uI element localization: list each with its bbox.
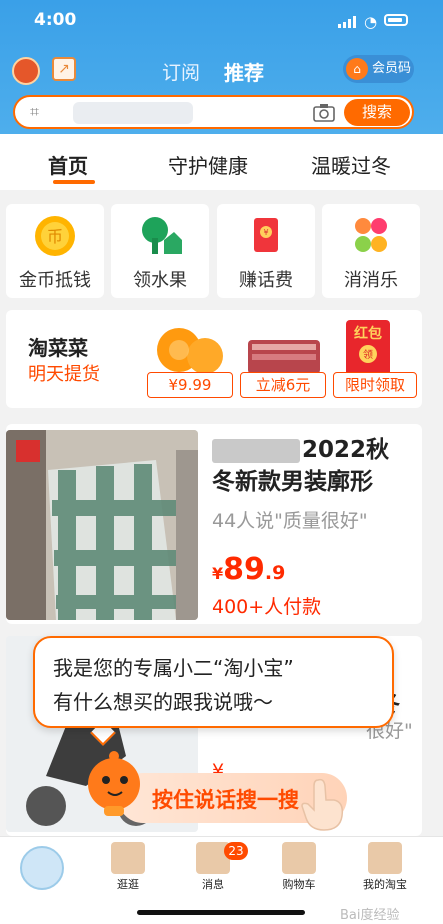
tab-health[interactable]: 守护健康 <box>168 150 248 179</box>
tab-warm-winter[interactable]: 温暖过冬 <box>311 150 391 179</box>
gold-coin-icon: 币 <box>35 216 75 256</box>
price-currency: ¥ <box>212 564 224 583</box>
blurred-brand <box>212 438 300 463</box>
search-bar[interactable]: ⌗ 搜索 <box>13 95 414 129</box>
status-time: 4:00 <box>34 10 77 30</box>
watermark: Bai度经验 <box>340 908 400 923</box>
quick-entry-gold-coins[interactable]: 币 金币抵钱 <box>6 204 104 298</box>
taoxiaobao-mascot-icon[interactable] <box>78 746 150 826</box>
camera-icon[interactable] <box>313 102 335 122</box>
quick-entry-label: 赚话费 <box>239 270 293 291</box>
scan-icon[interactable]: ⌗ <box>30 103 50 121</box>
tab-recommend[interactable]: 推荐 <box>224 57 264 86</box>
price-integer: 89 <box>223 552 265 587</box>
quick-entry-label: 领水果 <box>133 270 187 291</box>
svg-text:¥: ¥ <box>263 228 268 237</box>
tap-hand-icon <box>301 778 344 831</box>
quick-entry-label: 金币抵钱 <box>19 270 91 291</box>
home-icon: ⌂ <box>346 58 368 80</box>
category-tabs: 首页 守护健康 温暖过冬 <box>0 134 443 190</box>
candy-hearts-icon <box>355 218 387 252</box>
assistant-speech-bubble: 我是您的专属小二“淘小宝” 有什么想买的跟我说哦～ <box>33 636 394 728</box>
quick-entry-label: 消消乐 <box>344 270 398 291</box>
nav-label: 我的淘宝 <box>363 878 407 891</box>
nav-item-cart[interactable]: 购物车 <box>269 842 329 892</box>
member-code-label: 会员码 <box>372 61 412 76</box>
taocaicai-title: 淘菜菜 <box>28 336 88 360</box>
cellular-signal-icon <box>338 16 356 28</box>
nav-label: 逛逛 <box>117 878 139 891</box>
member-code-button[interactable]: ⌂ 会员码 <box>343 55 414 83</box>
red-envelope-image[interactable]: 红包 领 <box>338 316 398 378</box>
quick-entry-match-game[interactable]: 消消乐 <box>322 204 420 298</box>
user-avatar[interactable] <box>12 57 40 85</box>
product-card[interactable]: 2022秋 冬新款男装廓形 44人说"质量很好" ¥89.9 400+人付款 <box>6 424 422 624</box>
price-decimal: .9 <box>264 562 286 584</box>
home-indicator <box>137 910 305 915</box>
red-envelope-icon: ¥ <box>254 218 278 252</box>
tab-subscribe[interactable]: 订阅 <box>162 58 200 85</box>
active-tab-indicator <box>53 180 95 184</box>
search-button[interactable]: 搜索 <box>344 99 410 126</box>
messages-badge: 23 <box>224 842 248 860</box>
hold-to-talk-label: 按住说话搜一搜 <box>152 788 299 812</box>
product-reviews: 44人说"质量很好" <box>212 510 368 532</box>
offer-tag[interactable]: 限时领取 <box>333 372 417 398</box>
nav-item-my-taobao[interactable]: 我的淘宝 <box>355 842 415 892</box>
quick-entry-phone-credit[interactable]: ¥ 赚话费 <box>217 204 315 298</box>
my-taobao-box-icon <box>368 842 402 874</box>
explore-box-icon <box>111 842 145 874</box>
quick-entry-fruit[interactable]: 领水果 <box>111 204 209 298</box>
offer-tag[interactable]: 立减6元 <box>240 372 326 398</box>
share-icon[interactable]: ↗ <box>52 57 76 81</box>
tab-home[interactable]: 首页 <box>48 150 88 179</box>
svg-text:币: 币 <box>47 227 63 246</box>
product-title-line2: 冬新款男装廓形 <box>212 469 373 495</box>
home-nav-avatar[interactable] <box>20 846 64 890</box>
product-title-line1: 2022秋 <box>302 437 390 463</box>
battery-icon <box>384 14 408 26</box>
nav-label: 消息 <box>202 878 224 891</box>
product-price: ¥89.9 <box>212 552 285 587</box>
taocaicai-subtitle: 明天提货 <box>28 364 100 385</box>
tree-house-icon <box>142 217 182 254</box>
product-paid-count: 400+人付款 <box>212 596 322 618</box>
assistant-message-line1: 我是您的专属小二“淘小宝” <box>53 656 294 680</box>
svg-text:红包: 红包 <box>354 325 382 342</box>
product-image[interactable] <box>6 430 198 620</box>
status-bar: 4:00 ◔ <box>0 0 443 40</box>
product-title[interactable]: 2022秋 冬新款男装廓形 <box>212 434 417 498</box>
cart-box-icon <box>282 842 316 874</box>
nav-item-explore[interactable]: 逛逛 <box>98 842 158 892</box>
offer-tag[interactable]: ¥9.99 <box>147 372 233 398</box>
oranges-image[interactable] <box>151 316 231 378</box>
search-placeholder-blurred <box>73 102 193 124</box>
meat-image[interactable] <box>244 316 324 378</box>
wifi-icon: ◔ <box>364 13 378 31</box>
assistant-message-line2: 有什么想买的跟我说哦～ <box>53 690 273 714</box>
svg-text:领: 领 <box>363 348 373 361</box>
nav-label: 购物车 <box>282 878 316 891</box>
top-header: 4:00 ◔ ↗ 订阅 推荐 ⌂ 会员码 ⌗ 搜索 <box>0 0 443 134</box>
taocaicai-banner[interactable]: 淘菜菜 明天提货 红包 领 ¥9.99 立减6元 限时领取 <box>6 310 422 408</box>
